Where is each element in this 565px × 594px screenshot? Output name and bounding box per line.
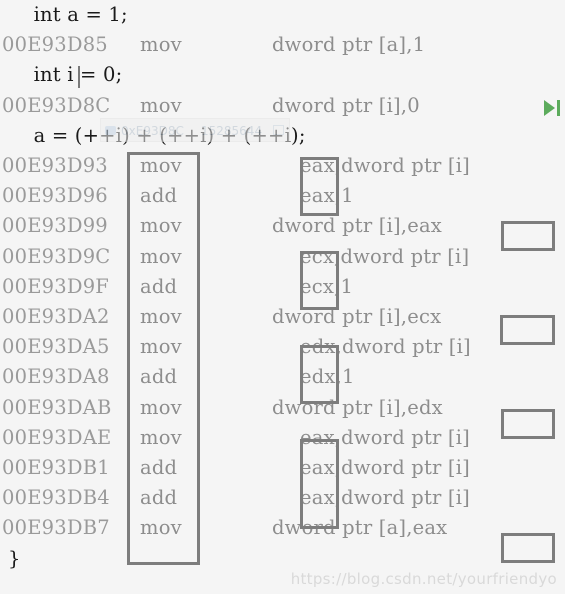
instruction-address: 00E93D96 xyxy=(2,184,108,208)
instruction-operands: eax,1 xyxy=(300,184,354,208)
instruction-operands: edx,dword ptr [i] xyxy=(300,335,471,359)
datatip-cube-icon xyxy=(105,126,116,135)
disassembly-line[interactable]: 00E93DAB mov dword ptr [i],edx xyxy=(0,393,565,423)
instruction-mnemonic: mov xyxy=(140,33,182,57)
instruction-address: 00E93DAB xyxy=(2,395,112,419)
source-line[interactable]: int i = 0; xyxy=(0,60,565,90)
instruction-mnemonic: mov xyxy=(140,305,182,328)
disassembly-line[interactable]: 00E93D85 mov dword ptr [a],1 xyxy=(0,30,565,60)
instruction-address: 00E93DA2 xyxy=(2,305,110,328)
disassembly-line[interactable]: 00E93DAE mov eax,dword ptr [i] xyxy=(0,423,565,453)
instruction-address: 00E93DA5 xyxy=(2,335,110,359)
instruction-operands: dword ptr [i],ecx xyxy=(272,305,442,328)
instruction-operands: dword ptr [a],eax xyxy=(272,516,448,540)
instruction-address: 00E93DB4 xyxy=(2,486,110,510)
disassembly-line[interactable]: 00E93DB1 add eax,dword ptr [i] xyxy=(0,453,565,483)
instruction-mnemonic: mov xyxy=(140,335,182,359)
instruction-address: 00E93D99 xyxy=(2,214,108,238)
pin-icon[interactable] xyxy=(273,125,284,135)
instruction-address: 00E93DB7 xyxy=(2,516,110,540)
instruction-operands: dword ptr [i],edx xyxy=(272,395,443,419)
disassembly-line[interactable]: 00E93D99 mov dword ptr [i],eax xyxy=(0,211,565,241)
instruction-mnemonic: mov xyxy=(140,244,182,268)
watermark: https://blog.csdn.net/yourfriendyo xyxy=(290,570,557,588)
instruction-operands: eax,dword ptr [i] xyxy=(300,425,470,449)
instruction-address: 00E93D9C xyxy=(2,244,111,268)
instruction-operands: eax,dword ptr [i] xyxy=(300,486,470,510)
instruction-mnemonic: add xyxy=(140,456,178,479)
text-caret xyxy=(78,66,80,88)
instruction-mnemonic: mov xyxy=(140,154,182,177)
instruction-operands: ecx,dword ptr [i] xyxy=(300,244,470,268)
instruction-mnemonic: mov xyxy=(140,516,182,540)
disassembly-line[interactable]: 00E93DB4 add eax,dword ptr [i] xyxy=(0,483,565,513)
instruction-operands: ecx,1 xyxy=(300,274,354,298)
source-line[interactable]: int a = 1; xyxy=(0,0,565,30)
instruction-address: 00E93D9F xyxy=(2,274,110,298)
instruction-mnemonic: add xyxy=(140,184,178,208)
disassembly-line[interactable]: 00E93D96 add eax,1 xyxy=(0,181,565,211)
disassembly-line[interactable]: 00E93D9F add ecx,1 xyxy=(0,272,565,302)
disassembly-view: int a = 1; 00E93D85 mov dword ptr [a],1 int… xyxy=(0,0,565,594)
instruction-mnemonic: add xyxy=(140,274,178,298)
instruction-mnemonic: add xyxy=(140,486,178,510)
instruction-mnemonic: mov xyxy=(140,93,182,117)
instruction-address: 00E93D93 xyxy=(2,154,108,177)
instruction-operands: eax,dword ptr [i] xyxy=(300,456,470,479)
instruction-mnemonic: mov xyxy=(140,425,182,449)
disassembly-line[interactable]: 00E93D93 mov eax,dword ptr [i] xyxy=(0,151,565,181)
instruction-mnemonic: add xyxy=(140,365,178,389)
run-to-cursor-arrow[interactable] xyxy=(541,97,563,119)
instruction-operands: edx,1 xyxy=(300,365,355,389)
datatip-hex-value: 0xE93D8C xyxy=(121,124,184,138)
instruction-operands: eax,dword ptr [i] xyxy=(300,154,470,177)
disassembly-line[interactable]: 00E93D8C mov dword ptr [i],0 xyxy=(0,91,565,121)
instruction-address: 00E93DA8 xyxy=(2,365,110,389)
instruction-operands: dword ptr [a],1 xyxy=(272,33,426,57)
disassembly-line[interactable]: 00E93DA5 mov edx,dword ptr [i] xyxy=(0,332,565,362)
instruction-address: 00E93D8C xyxy=(2,93,111,117)
instruction-operands: dword ptr [i],0 xyxy=(272,93,420,117)
instruction-mnemonic: mov xyxy=(140,214,182,238)
disassembly-line[interactable]: 00E93D9C mov ecx,dword ptr [i] xyxy=(0,242,565,272)
datatip-decimal-value: 15285644 xyxy=(201,124,263,138)
instruction-address: 00E93D85 xyxy=(2,33,108,57)
disassembly-line[interactable]: 00E93DA8 add edx,1 xyxy=(0,362,565,392)
instruction-mnemonic: mov xyxy=(140,395,182,419)
debugger-datatip[interactable]: 0xE93D8C 15285644 xyxy=(100,118,290,142)
disassembly-line[interactable]: 00E93DA2 mov dword ptr [i],ecx xyxy=(0,302,565,332)
instruction-address: 00E93DAE xyxy=(2,425,112,449)
instruction-operands: dword ptr [i],eax xyxy=(272,214,442,238)
instruction-address: 00E93DB1 xyxy=(2,456,110,479)
disassembly-line[interactable]: 00E93DB7 mov dword ptr [a],eax xyxy=(0,513,565,543)
